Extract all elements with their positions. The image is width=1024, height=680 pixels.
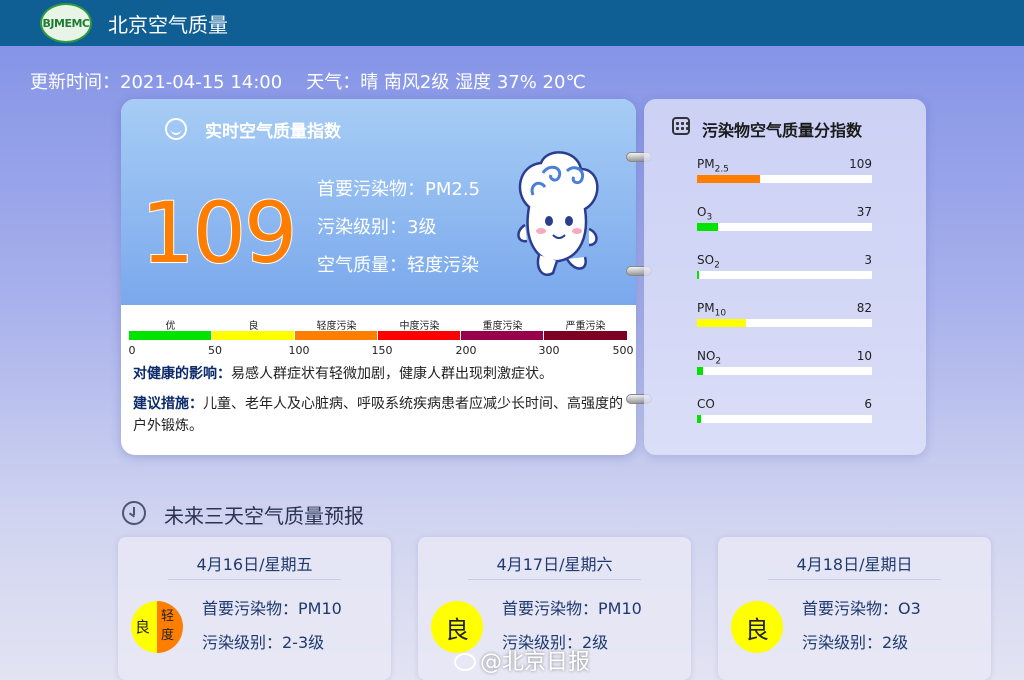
pollutant-bar bbox=[697, 271, 872, 279]
health-text: 易感人群症状有轻微加剧，健康人群出现刺激症状。 bbox=[231, 366, 553, 382]
forecast-card[interactable]: 4月18日/星期日 良 首要污染物：O3 污染级别：2级 bbox=[718, 537, 991, 680]
scale-tick: 0 bbox=[128, 344, 136, 357]
pollutant-value: 6 bbox=[864, 397, 872, 411]
scale-segment bbox=[212, 331, 294, 340]
pollutant-value: 109 bbox=[849, 157, 872, 171]
grid-icon bbox=[672, 117, 690, 135]
forecast-level: 污染级别：2-3级 bbox=[202, 633, 325, 652]
scale-label: 重度污染 bbox=[482, 321, 523, 332]
pollutant-index-card: 污染物空气质量分指数 PM2.5 109 O3 37 SO2 3 PM10 82… bbox=[644, 99, 926, 455]
pollutant-name: SO2 bbox=[697, 253, 720, 271]
pollutant-name: PM2.5 bbox=[697, 157, 729, 175]
pollutant-item: PM2.5 109 bbox=[697, 157, 872, 183]
divider bbox=[768, 579, 941, 580]
pollutant-value: 10 bbox=[856, 349, 872, 363]
scale-label: 良 bbox=[248, 321, 259, 332]
pollutant-bar-fill bbox=[697, 223, 718, 231]
pollutant-item: PM10 82 bbox=[697, 301, 872, 327]
aqi-level-badge: 良 bbox=[731, 601, 783, 653]
pollutant-bar-fill bbox=[697, 415, 702, 423]
advice-measures: 建议措施：儿童、老年人及心脏病、呼吸系统疾病患者应减少长时间、高强度的户外锻炼。 bbox=[133, 393, 625, 437]
pollutant-bar-fill bbox=[697, 319, 746, 327]
pollutant-bar bbox=[697, 415, 872, 423]
primary-pollutant: 首要污染物：PM2.5 bbox=[317, 179, 481, 200]
pollutant-bar bbox=[697, 175, 872, 183]
update-line: 更新时间：2021-04-15 14:00 天气：晴 南风2级 湿度 37% 20… bbox=[30, 68, 586, 94]
badge-right-text: 轻度 bbox=[161, 609, 175, 643]
watermark: @北京日报 bbox=[454, 644, 590, 676]
pollution-level: 污染级别：3级 bbox=[317, 217, 437, 238]
air-quality-category: 空气质量：轻度污染 bbox=[317, 255, 479, 276]
forecast-primary: 首要污染物：PM10 bbox=[502, 599, 642, 618]
scale-segment bbox=[295, 331, 377, 340]
pollutant-bar-fill bbox=[697, 175, 760, 183]
pollutant-bar bbox=[697, 319, 872, 327]
clock-icon bbox=[122, 501, 146, 525]
scale-label: 中度污染 bbox=[399, 321, 440, 332]
pollutant-bar bbox=[697, 367, 872, 375]
realtime-aqi-card: 实时空气质量指数 109 首要污染物：PM2.5 污染级别：3级 空气质量：轻度… bbox=[121, 99, 636, 455]
pollutant-name: O3 bbox=[697, 205, 713, 223]
pollutant-value: 37 bbox=[856, 205, 872, 219]
pollutant-item: CO 6 bbox=[697, 397, 872, 423]
divider bbox=[468, 579, 641, 580]
forecast-level: 污染级别：2级 bbox=[802, 633, 909, 652]
forecast-primary: 首要污染物：O3 bbox=[802, 599, 921, 618]
aqi-value: 109 bbox=[140, 184, 298, 282]
pollutant-bar-fill bbox=[697, 271, 700, 279]
badge-left-text: 良 bbox=[135, 618, 151, 636]
scale-segment bbox=[544, 331, 627, 340]
scale-segment bbox=[461, 331, 543, 340]
realtime-title: 实时空气质量指数 bbox=[205, 122, 341, 142]
pollutant-name: NO2 bbox=[697, 349, 722, 367]
aqi-scale: 优 良 轻度污染 中度污染 重度污染 严重污染 0 50 100 150 200… bbox=[128, 317, 634, 357]
scale-label: 优 bbox=[165, 321, 176, 332]
scale-label: 轻度污染 bbox=[316, 321, 357, 332]
update-time: 2021-04-15 14:00 bbox=[120, 72, 283, 93]
pollutant-value: 82 bbox=[856, 301, 872, 315]
scale-tick: 300 bbox=[538, 344, 560, 357]
update-label: 更新时间： bbox=[30, 72, 120, 93]
forecast-title: 未来三天空气质量预报 bbox=[164, 504, 364, 528]
weibo-icon bbox=[454, 653, 476, 671]
advice-label: 建议措施： bbox=[133, 396, 203, 412]
advice-text: 儿童、老年人及心脏病、呼吸系统疾病患者应减少长时间、高强度的户外锻炼。 bbox=[133, 396, 623, 434]
logo[interactable]: BJMEMC bbox=[40, 3, 92, 43]
scale-label: 严重污染 bbox=[565, 321, 606, 332]
mascot-image bbox=[517, 151, 599, 276]
pollutant-item: O3 37 bbox=[697, 205, 872, 231]
aqi-level-badge: 良 轻度 bbox=[131, 601, 183, 653]
scale-segment bbox=[378, 331, 460, 340]
scale-tick: 50 bbox=[208, 344, 222, 357]
scale-tick: 150 bbox=[371, 344, 393, 357]
weather-info: 天气：晴 南风2级 湿度 37% 20℃ bbox=[306, 72, 586, 93]
pollutant-item: SO2 3 bbox=[697, 253, 872, 279]
pollutant-value: 3 bbox=[864, 253, 872, 267]
pollutant-bar bbox=[697, 223, 872, 231]
top-bar: BJMEMC 北京空气质量 bbox=[0, 0, 1024, 46]
health-label: 对健康的影响： bbox=[133, 366, 231, 382]
forecast-date: 4月17日/星期六 bbox=[496, 555, 613, 574]
realtime-aqi-header: 实时空气质量指数 109 首要污染物：PM2.5 污染级别：3级 空气质量：轻度… bbox=[121, 99, 636, 305]
health-impact: 对健康的影响：易感人群症状有轻微加剧，健康人群出现刺激症状。 bbox=[133, 363, 625, 385]
forecast-date: 4月18日/星期日 bbox=[796, 555, 913, 574]
scale-tick: 100 bbox=[288, 344, 310, 357]
forecast-primary: 首要污染物：PM10 bbox=[202, 599, 342, 618]
site-title: 北京空气质量 bbox=[108, 13, 228, 37]
forecast-date: 4月16日/星期五 bbox=[196, 555, 313, 574]
pollutant-name: PM10 bbox=[697, 301, 727, 319]
pollutant-item: NO2 10 bbox=[697, 349, 872, 375]
scale-segment bbox=[129, 331, 211, 340]
forecast-card[interactable]: 4月16日/星期五 良 轻度 首要污染物：PM10 污染级别：2-3级 bbox=[118, 537, 391, 680]
scale-tick: 200 bbox=[455, 344, 477, 357]
scale-tick: 500 bbox=[612, 344, 634, 357]
smile-icon bbox=[165, 118, 187, 140]
pollutant-name: CO bbox=[697, 397, 715, 411]
pollutant-bar-fill bbox=[697, 367, 704, 375]
pollutant-title: 污染物空气质量分指数 bbox=[702, 121, 863, 140]
divider bbox=[168, 579, 341, 580]
